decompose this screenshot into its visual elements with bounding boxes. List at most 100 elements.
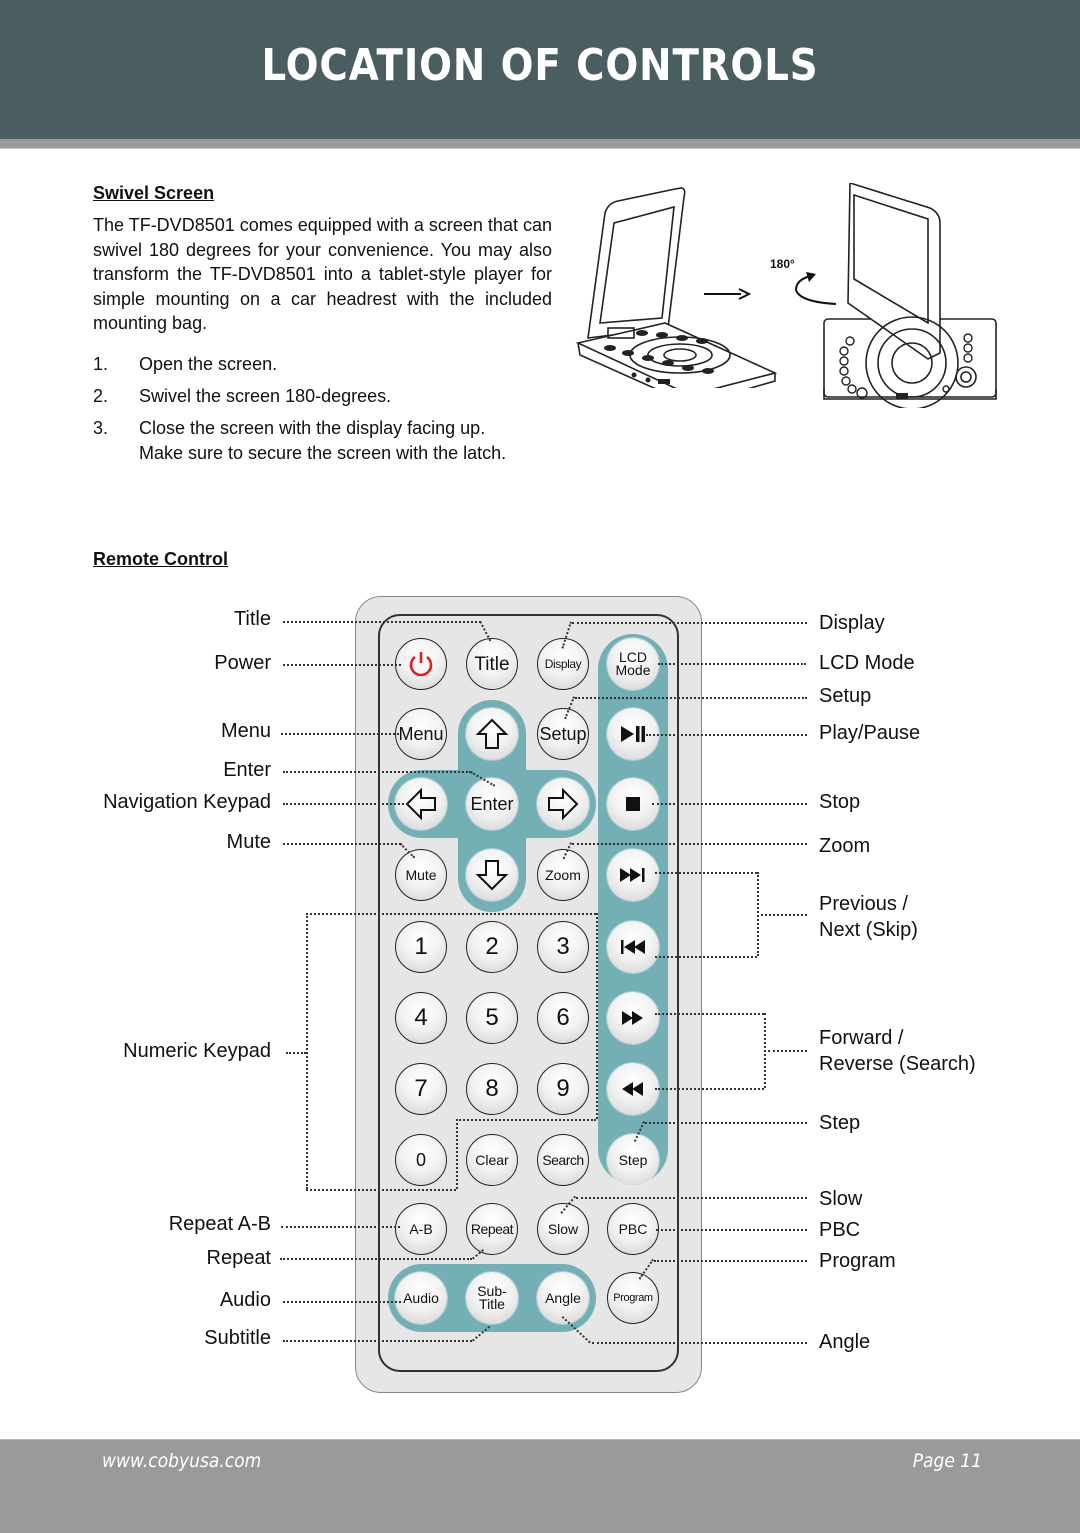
skip-bracket-side xyxy=(757,872,759,956)
page-header: LOCATION OF CONTROLS xyxy=(0,0,1080,139)
clear-button[interactable]: Clear xyxy=(466,1134,518,1186)
title-button[interactable]: Title xyxy=(466,638,518,690)
remote-control-heading: Remote Control xyxy=(93,549,228,569)
leader-line-angle xyxy=(592,1342,807,1344)
arrow-left-icon xyxy=(405,787,436,821)
mute-button[interactable]: Mute xyxy=(395,849,447,901)
label-play-pause: Play/Pause xyxy=(819,722,921,744)
previous-button[interactable] xyxy=(607,921,659,973)
label-lcd-mode: LCD Mode xyxy=(819,652,915,674)
label-slow: Slow xyxy=(819,1188,863,1210)
leader-line-search xyxy=(768,1050,807,1052)
search-bracket-top xyxy=(655,1013,764,1015)
leader-line-step xyxy=(645,1122,807,1124)
label-repeat-ab: Repeat A-B xyxy=(168,1213,271,1235)
step-number: 2. xyxy=(93,386,109,406)
leader-line-power xyxy=(283,664,401,666)
search-bracket-side xyxy=(764,1013,766,1088)
swivel-screen-heading: Swivel Screen xyxy=(93,183,215,203)
website-link[interactable]: www.cobyusa.com xyxy=(102,1450,261,1472)
label-display: Display xyxy=(819,612,885,634)
subtitle-button[interactable]: Sub- Title xyxy=(466,1272,518,1324)
repeat-button[interactable]: Repeat xyxy=(466,1203,518,1255)
skip-next-icon xyxy=(620,868,645,882)
fast-forward-button[interactable] xyxy=(607,992,659,1044)
audio-button[interactable]: Audio xyxy=(395,1272,447,1324)
leader-line-numeric xyxy=(286,1052,306,1054)
step-number: 1. xyxy=(93,354,109,374)
arrow-down-icon xyxy=(475,860,509,891)
setup-button[interactable]: Setup xyxy=(537,708,589,760)
label-step: Step xyxy=(819,1112,861,1134)
leader-line-play-pause xyxy=(646,734,807,736)
label-menu: Menu xyxy=(220,720,271,742)
menu-button[interactable]: Menu xyxy=(395,708,447,760)
number-9-button[interactable]: 9 xyxy=(537,1063,589,1115)
label-forward: Forward / xyxy=(819,1027,904,1049)
program-button[interactable]: Program xyxy=(607,1272,659,1324)
number-5-button[interactable]: 5 xyxy=(466,992,518,1044)
leader-line-setup xyxy=(575,697,807,699)
next-button[interactable] xyxy=(607,849,659,901)
arrow-right-icon xyxy=(704,288,751,300)
page-footer: www.cobyusa.com Page 11 xyxy=(0,1439,1080,1533)
numeric-bracket-top xyxy=(306,913,596,915)
rewind-icon xyxy=(622,1082,643,1096)
repeat-ab-button[interactable]: A-B xyxy=(395,1203,447,1255)
label-numeric-keypad: Numeric Keypad xyxy=(123,1040,271,1062)
number-3-button[interactable]: 3 xyxy=(537,921,589,973)
label-angle: Angle xyxy=(819,1331,871,1353)
stop-icon xyxy=(626,797,640,811)
down-button[interactable] xyxy=(466,849,518,901)
step-text: Open the screen. xyxy=(139,354,278,374)
leader-line-slow xyxy=(576,1197,807,1199)
label-repeat: Repeat xyxy=(206,1247,272,1269)
number-0-button[interactable]: 0 xyxy=(395,1134,447,1186)
leader-line-zoom xyxy=(572,843,807,845)
leader-line-skip xyxy=(761,914,807,916)
leader-line-pbc xyxy=(656,1229,807,1231)
power-button[interactable] xyxy=(395,638,447,690)
fast-forward-icon xyxy=(622,1011,643,1025)
number-4-button[interactable]: 4 xyxy=(395,992,447,1044)
leader-line-enter xyxy=(283,771,471,773)
number-1-button[interactable]: 1 xyxy=(395,921,447,973)
number-2-button[interactable]: 2 xyxy=(466,921,518,973)
skip-previous-icon xyxy=(621,940,645,954)
subtitle-label-line2: Title xyxy=(479,1296,505,1312)
arrow-up-icon xyxy=(475,718,509,749)
label-reverse-search: Reverse (Search) xyxy=(819,1053,976,1075)
leader-line-display xyxy=(572,622,807,624)
header-divider xyxy=(0,139,1080,149)
number-7-button[interactable]: 7 xyxy=(395,1063,447,1115)
skip-bracket-bottom xyxy=(655,956,757,958)
skip-bracket-top xyxy=(655,872,757,874)
power-icon xyxy=(409,652,433,677)
label-title: Title xyxy=(233,608,271,630)
label-subtitle: Subtitle xyxy=(204,1327,271,1349)
label-navigation-keypad: Navigation Keypad xyxy=(103,791,271,813)
label-power: Power xyxy=(214,652,271,674)
lcd-mode-button[interactable]: LCD Mode xyxy=(607,638,659,690)
page-title: LOCATION OF CONTROLS xyxy=(261,40,819,91)
leader-line-repeat xyxy=(280,1258,472,1260)
right-button[interactable] xyxy=(537,778,589,830)
pbc-button[interactable]: PBC xyxy=(607,1203,659,1255)
search-button[interactable]: Search xyxy=(537,1134,589,1186)
number-6-button[interactable]: 6 xyxy=(537,992,589,1044)
number-8-button[interactable]: 8 xyxy=(466,1063,518,1115)
rewind-button[interactable] xyxy=(607,1063,659,1115)
step-text: Close the screen with the display facing… xyxy=(139,418,486,438)
label-program: Program xyxy=(819,1250,896,1272)
numeric-bracket-right xyxy=(596,913,598,1119)
arrow-right-icon xyxy=(548,787,579,821)
step-button[interactable]: Step xyxy=(607,1134,659,1186)
dvd-player-swivelled-illustration xyxy=(823,183,997,408)
leader-line-program xyxy=(654,1260,807,1262)
page-number: Page 11 xyxy=(912,1450,982,1472)
up-button[interactable] xyxy=(466,708,518,760)
step-text: Swivel the screen 180-degrees. xyxy=(139,386,392,406)
label-next-skip: Next (Skip) xyxy=(819,919,918,941)
label-stop: Stop xyxy=(819,791,861,813)
play-pause-icon xyxy=(621,726,645,742)
